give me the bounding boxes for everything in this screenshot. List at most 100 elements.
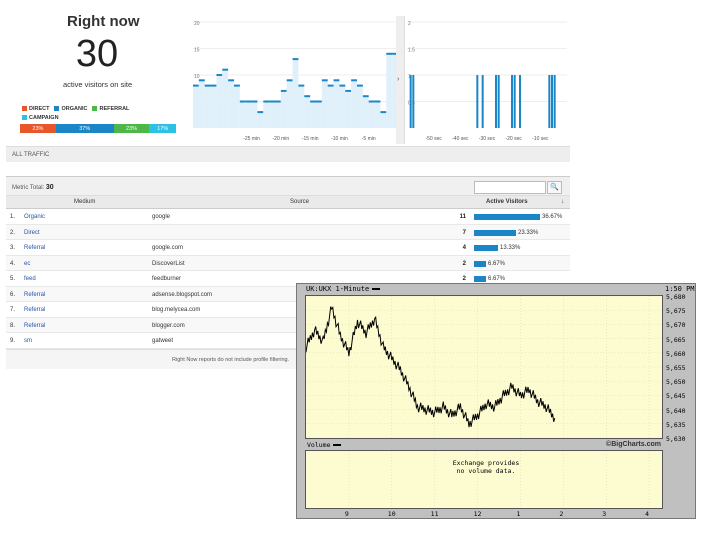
volume-text: Volume (307, 441, 331, 449)
sort-arrow-icon[interactable]: ↓ (561, 199, 564, 205)
x-tick-label: -20 min (273, 136, 290, 142)
price-tick-label: 5,670 (666, 321, 686, 330)
percent-label: 6.67% (488, 276, 506, 282)
header-medium[interactable]: Medium (74, 199, 95, 205)
legend-label: REFERRAL (99, 106, 130, 112)
minute-area (263, 101, 270, 128)
x-tick-label: -50 sec (425, 136, 442, 142)
profile-filtering-note: Right Now reports do not include profile… (172, 356, 290, 363)
minute-area (198, 80, 205, 128)
table-row: 4. ec DiscoverList 2 6.67% (6, 255, 570, 271)
minute-area (351, 80, 357, 128)
time-tick-label: 3 (602, 510, 607, 518)
medium-link[interactable]: Referral (24, 292, 45, 298)
minute-area (280, 90, 287, 128)
percent-label: 23.33% (517, 229, 539, 236)
traffic-share-bar: 23% 37% 23% 17% (20, 124, 176, 133)
minute-area (380, 112, 387, 128)
minute-area (257, 112, 264, 128)
legend-swatch (22, 115, 27, 120)
header-source[interactable]: Source (290, 199, 309, 205)
chevron-right-icon[interactable]: › (397, 76, 399, 83)
time-tick-label: 10 (387, 510, 396, 518)
source-cell: google (152, 214, 171, 220)
per-second-chart: 21.510.5-50 sec-40 sec-30 sec-20 sec-10 … (404, 16, 570, 144)
share-segment: 23% (113, 124, 150, 133)
minute-area (286, 80, 293, 128)
legend-item-organic: ORGANIC (54, 105, 87, 114)
bigcharts-panel: UK:UKX 1-Minute 1:50 PM 5,680 5,675 5,670 5… (296, 283, 696, 519)
price-tick-label: 5,635 (666, 420, 686, 429)
legend-item-direct: DIRECT (22, 105, 49, 114)
medium-link[interactable]: Referral (24, 307, 45, 313)
all-traffic-label: ALL TRAFFIC (6, 146, 570, 162)
x-tick-label: -10 sec (532, 136, 549, 142)
medium-link[interactable]: sm (24, 338, 32, 344)
search-icon[interactable]: 🔍 (547, 181, 562, 194)
minute-area (339, 85, 346, 128)
percent-bar (474, 214, 540, 220)
second-bar (553, 75, 556, 128)
percent-bar (474, 245, 498, 251)
source-cell: google.com (152, 245, 184, 251)
legend-swatch (92, 106, 98, 111)
time-tick-label: 1 (516, 510, 521, 518)
share-segment: 17% (149, 124, 176, 133)
active-visitors-value: 11 (459, 214, 466, 220)
x-tick-label: -25 min (243, 136, 260, 142)
legend-swatch (22, 106, 27, 111)
price-tick-label: 5,655 (666, 364, 686, 372)
header-active-visitors[interactable]: Active Visitors (486, 199, 528, 205)
minute-area (210, 85, 217, 128)
table-row: 3. Referral google.com 4 13.33% (6, 240, 570, 256)
price-tick-label: 5,665 (666, 335, 686, 344)
row-number: 4. (10, 260, 16, 267)
active-visitors-value: 7 (462, 229, 466, 236)
medium-link[interactable]: Referral (24, 245, 45, 251)
price-tick-label: 5,660 (666, 349, 686, 358)
no-volume-line-1: Exchange provides (452, 459, 520, 467)
medium-link[interactable]: Organic (24, 214, 45, 220)
second-bar (548, 75, 551, 128)
row-number: 9. (10, 338, 16, 344)
minute-area (275, 101, 281, 128)
source-cell: gatweet (152, 338, 174, 344)
y-tick-label: 1.5 (408, 48, 415, 54)
minute-area (216, 75, 223, 128)
second-bar (412, 75, 415, 128)
share-segment: 23% (20, 124, 56, 133)
minute-area (251, 101, 258, 128)
x-tick-label: -10 min (331, 136, 348, 142)
medium-link[interactable]: Direct (24, 230, 40, 236)
minute-area (368, 101, 375, 128)
source-cell: feedburner (152, 276, 182, 282)
minute-area (298, 85, 305, 128)
percent-bar (474, 260, 486, 267)
time-tick-label: 12 (473, 510, 482, 518)
price-tick-label: 5,680 (666, 293, 686, 301)
active-visitors-value: 4 (462, 245, 466, 251)
time-tick-label: 2 (559, 510, 564, 518)
volume-plot-area: Exchange provides no volume data. (305, 450, 663, 509)
row-number: 8. (10, 322, 16, 329)
row-number: 2. (10, 229, 16, 236)
percent-label: 13.33% (499, 245, 521, 251)
minute-area (292, 59, 299, 128)
second-bar (481, 75, 484, 128)
legend-label: ORGANIC (61, 106, 88, 112)
x-tick-label: -15 min (302, 136, 319, 142)
second-bar (497, 75, 500, 128)
metric-total-label: Metric Total: 30 (12, 184, 54, 191)
y-tick-label: 10 (194, 74, 200, 80)
table-row: 2. Direct 7 23.33% (6, 224, 570, 240)
medium-link[interactable]: Referral (24, 323, 45, 329)
minute-area (327, 85, 334, 128)
price-plot-area (305, 295, 663, 439)
x-tick-label: -30 sec (479, 136, 496, 142)
medium-link[interactable]: feed (24, 276, 36, 282)
source-cell: DiscoverList (152, 260, 185, 267)
table-search-input[interactable] (474, 181, 546, 194)
minute-area (316, 101, 322, 128)
price-tick-label: 5,645 (666, 392, 686, 401)
medium-link[interactable]: ec (24, 261, 30, 267)
